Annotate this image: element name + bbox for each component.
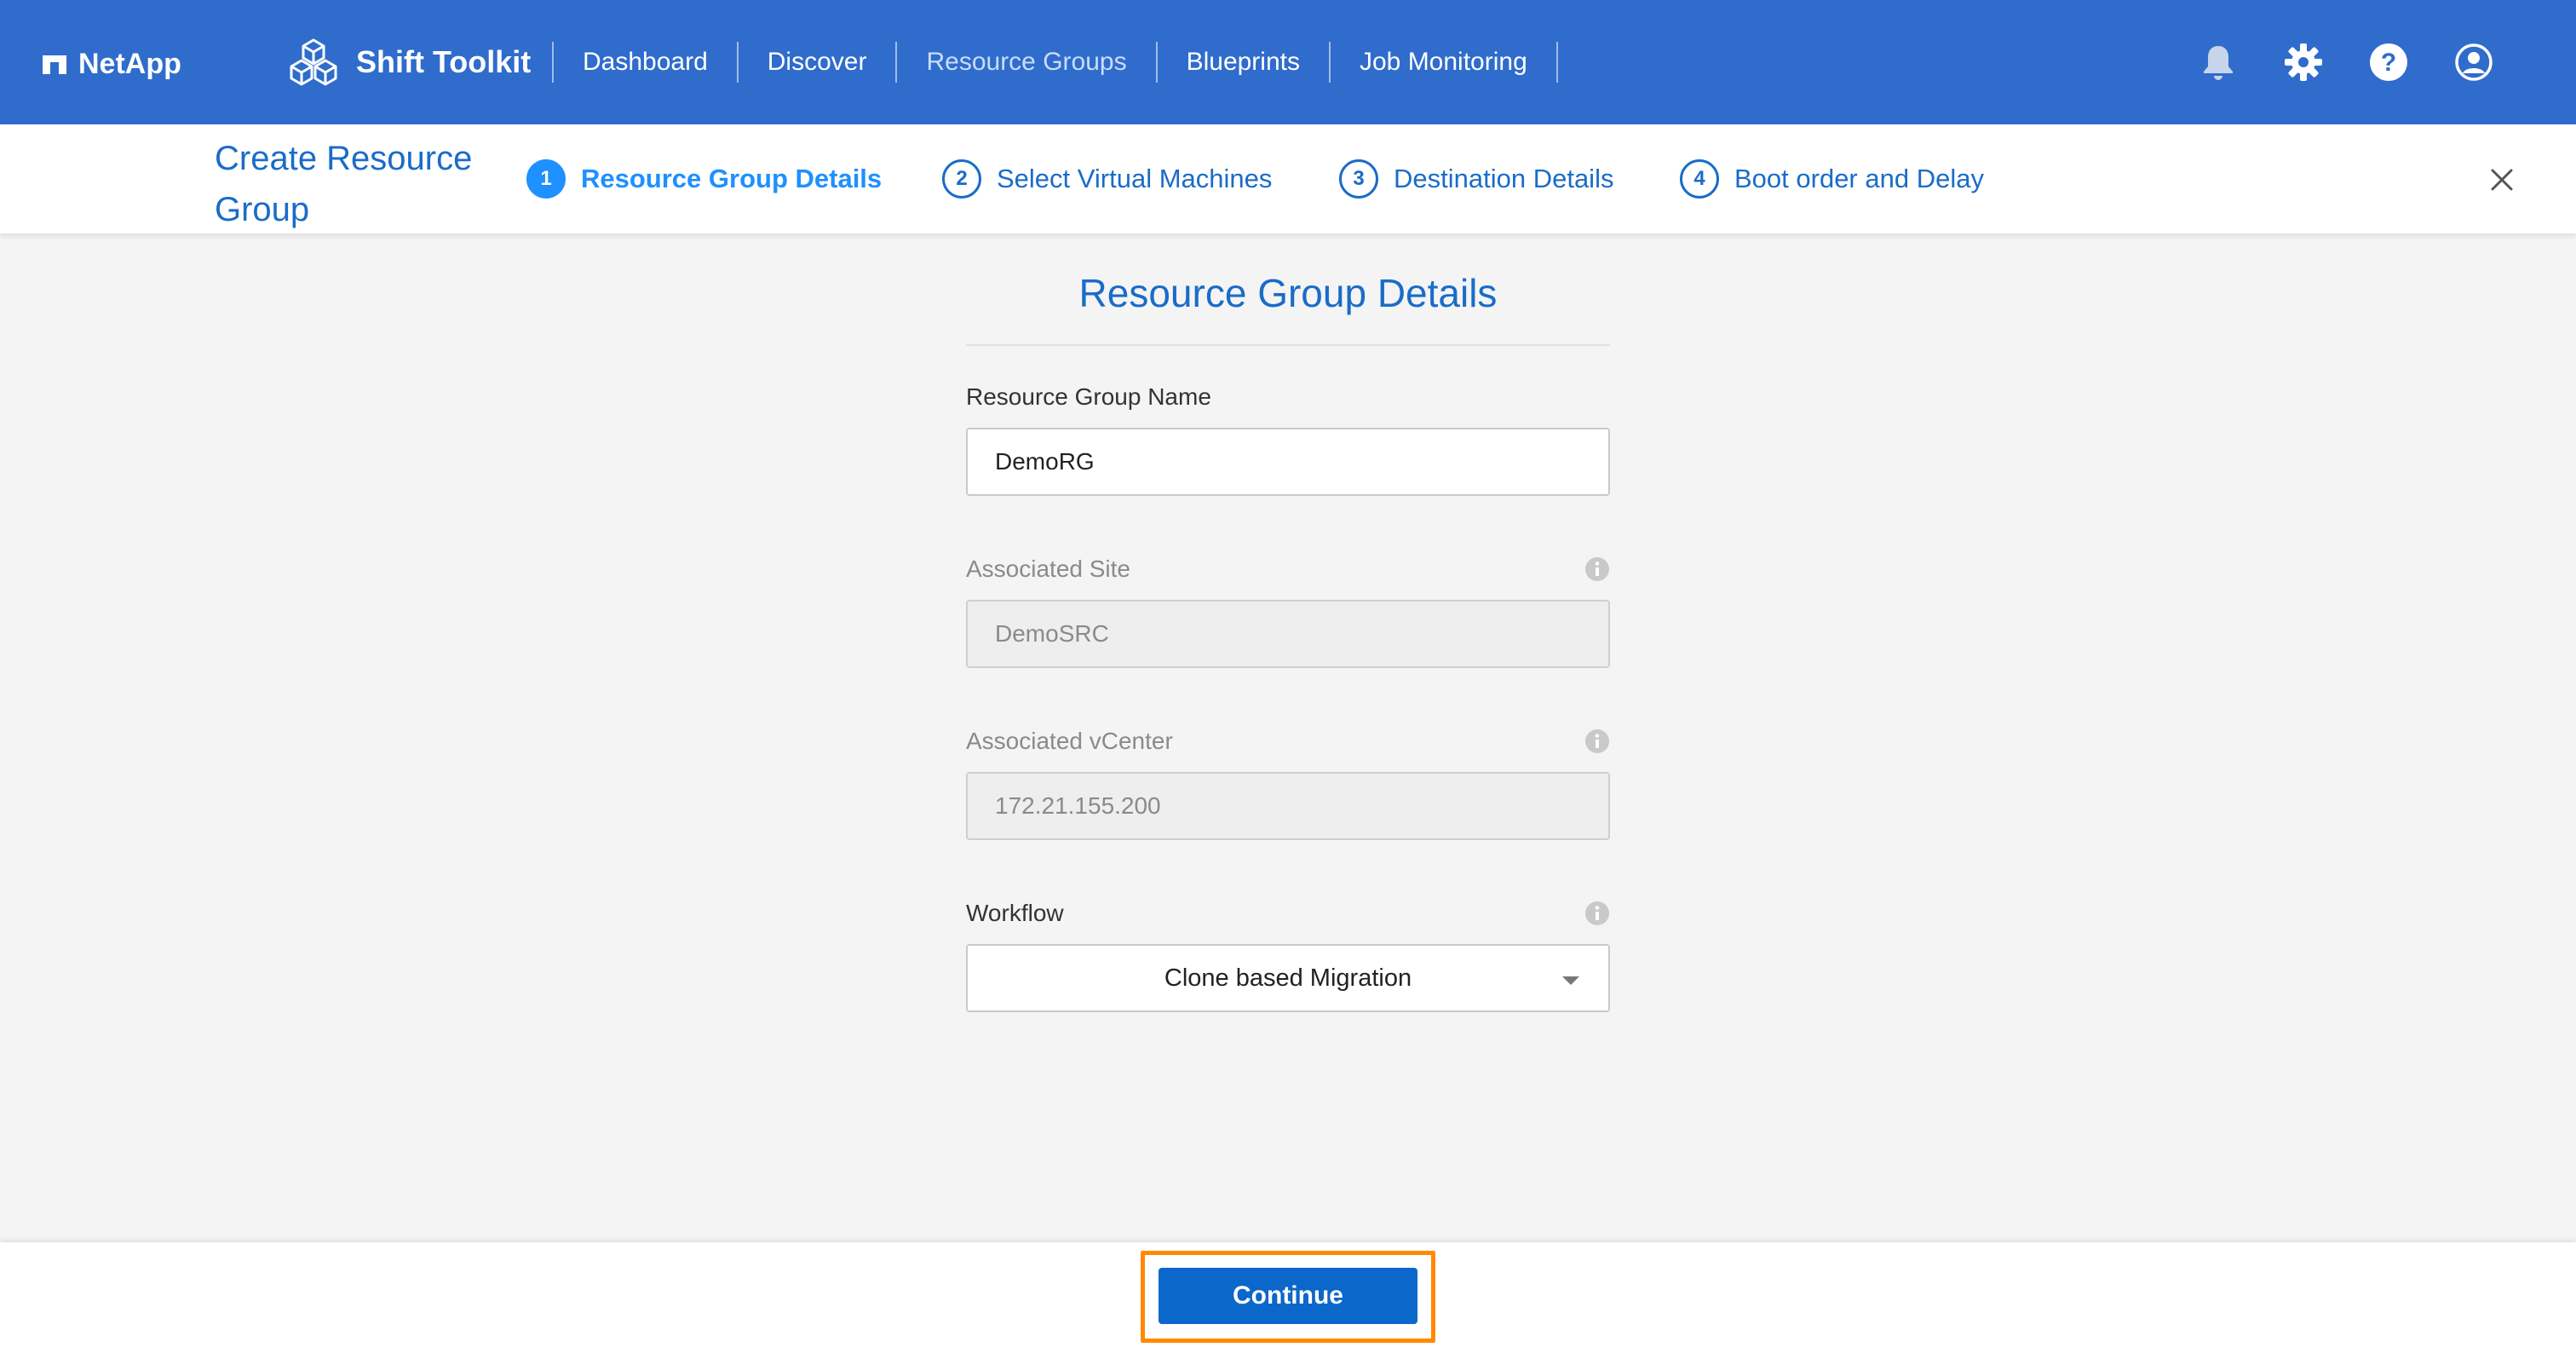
step-label: Resource Group Details	[581, 164, 883, 193]
resource-group-name-label: Resource Group Name	[966, 380, 1610, 414]
step-number: 4	[1680, 159, 1719, 199]
associated-site-input	[966, 600, 1610, 668]
associated-vcenter-label: Associated vCenter	[966, 724, 1610, 758]
step-label: Boot order and Delay	[1734, 164, 1984, 193]
chevron-down-icon	[1562, 976, 1579, 985]
form-title: Resource Group Details	[1078, 271, 1498, 315]
product-logo[interactable]: Shift Toolkit	[286, 31, 531, 94]
nav-discover[interactable]: Discover	[739, 48, 896, 77]
field-label-text: Workflow	[966, 900, 1064, 926]
associated-site-label: Associated Site	[966, 552, 1610, 586]
wizard-stepper: Create Resource Group 1 Resource Group D…	[0, 124, 2576, 233]
workflow-selected-value: Clone based Migration	[1164, 964, 1412, 992]
gear-icon[interactable]	[2283, 42, 2324, 83]
info-icon[interactable]	[1584, 728, 1610, 754]
form-divider	[966, 344, 1610, 346]
netapp-logo[interactable]: NetApp	[43, 43, 181, 85]
workflow-field: Workflow Clone based Migration	[966, 896, 1610, 1012]
netapp-logo-icon	[43, 55, 66, 74]
close-icon[interactable]	[2487, 165, 2516, 194]
bell-icon[interactable]	[2198, 42, 2239, 83]
associated-site-field: Associated Site	[966, 552, 1610, 668]
top-nav: NetApp Shift Toolkit Dashboard Discover …	[0, 0, 2576, 124]
step-select-virtual-machines[interactable]: 2 Select Virtual Machines	[942, 157, 1272, 201]
help-icon[interactable]: ?	[2368, 42, 2409, 83]
wizard-title: Create Resource Group	[215, 140, 473, 228]
product-name: Shift Toolkit	[356, 44, 532, 79]
workflow-label: Workflow	[966, 896, 1610, 930]
field-label-text: Associated Site	[966, 556, 1130, 582]
nav-dashboard[interactable]: Dashboard	[554, 48, 737, 77]
workflow-select[interactable]: Clone based Migration	[966, 944, 1610, 1012]
user-icon[interactable]	[2453, 42, 2494, 83]
nav-blueprints[interactable]: Blueprints	[1158, 48, 1329, 77]
step-label: Destination Details	[1394, 164, 1614, 193]
nav-job-monitoring[interactable]: Job Monitoring	[1331, 48, 1556, 77]
step-label: Select Virtual Machines	[997, 164, 1273, 193]
shift-toolkit-icon	[290, 38, 337, 86]
field-label-text: Resource Group Name	[966, 383, 1211, 410]
step-resource-group-details[interactable]: 1 Resource Group Details	[526, 157, 882, 201]
step-destination-details[interactable]: 3 Destination Details	[1339, 157, 1613, 201]
brand-name: NetApp	[78, 47, 181, 80]
resource-group-form: Resource Group Details Resource Group Na…	[966, 233, 1610, 1012]
step-boot-order-and-delay[interactable]: 4 Boot order and Delay	[1680, 157, 1984, 201]
resource-group-name-input[interactable]	[966, 428, 1610, 496]
nav-separator	[1555, 42, 1558, 83]
info-icon[interactable]	[1584, 901, 1610, 926]
step-number: 1	[526, 159, 566, 199]
step-number: 3	[1339, 159, 1378, 199]
associated-vcenter-field: Associated vCenter	[966, 724, 1610, 840]
nav-resource-groups[interactable]: Resource Groups	[897, 48, 1155, 77]
associated-vcenter-input	[966, 772, 1610, 840]
resource-group-name-field: Resource Group Name	[966, 380, 1610, 496]
info-icon[interactable]	[1584, 556, 1610, 582]
field-label-text: Associated vCenter	[966, 728, 1173, 754]
nav-actions: ?	[2198, 36, 2494, 89]
svg-text:?: ?	[2381, 49, 2396, 77]
step-number: 2	[942, 159, 981, 199]
continue-button[interactable]: Continue	[1159, 1268, 1417, 1324]
main-nav: Dashboard Discover Resource Groups Bluep…	[552, 39, 1558, 85]
